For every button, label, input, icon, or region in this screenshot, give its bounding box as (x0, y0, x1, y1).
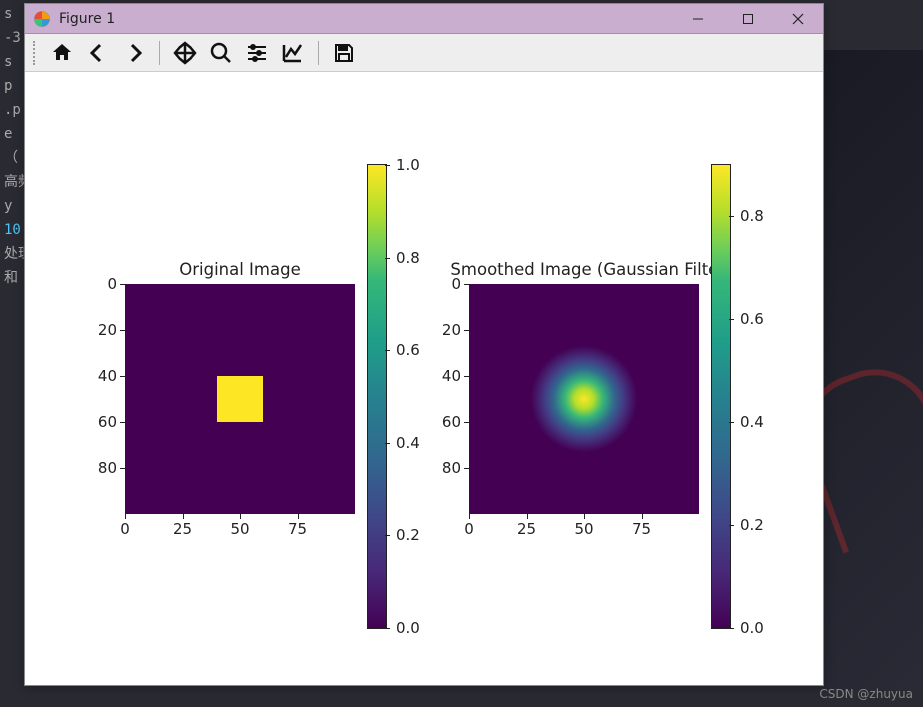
ytick: 60 (98, 413, 125, 431)
ytick: 40 (442, 367, 469, 385)
watermark: CSDN @zhuyua (819, 687, 913, 701)
figure-window: Figure 1 (24, 3, 824, 686)
plot-title-right: Smoothed Image (Gaussian Filter) (431, 260, 751, 279)
forward-button[interactable] (119, 38, 149, 68)
ytick: 0 (451, 275, 469, 293)
xtick: 75 (288, 514, 307, 538)
ytick: 0 (107, 275, 125, 293)
cbtick: 0.8 (386, 249, 420, 267)
heatmap-gaussian (517, 332, 651, 466)
cbtick: 1.0 (386, 156, 420, 174)
ytick: 80 (442, 459, 469, 477)
cbtick: 0.4 (386, 434, 420, 452)
xtick: 0 (120, 514, 130, 538)
save-button[interactable] (329, 38, 359, 68)
back-button[interactable] (83, 38, 113, 68)
toolbar-grip (33, 41, 37, 65)
xtick: 25 (173, 514, 192, 538)
close-button[interactable] (781, 7, 815, 31)
ytick: 20 (98, 321, 125, 339)
ytick: 40 (98, 367, 125, 385)
cbtick: 0.0 (386, 619, 420, 637)
cbtick: 0.6 (386, 341, 420, 359)
cbtick: 0.8 (730, 207, 764, 225)
window-title: Figure 1 (59, 11, 681, 27)
toolbar-separator (318, 41, 319, 65)
app-icon (33, 10, 51, 28)
cbtick: 0.2 (730, 516, 764, 534)
titlebar[interactable]: Figure 1 (25, 4, 823, 34)
cbtick: 0.2 (386, 526, 420, 544)
subplots-button[interactable] (242, 38, 272, 68)
colorbar-left: 0.0 0.2 0.4 0.6 0.8 1.0 (367, 164, 387, 629)
ytick: 80 (98, 459, 125, 477)
zoom-button[interactable] (206, 38, 236, 68)
xtick: 50 (230, 514, 249, 538)
heatmap-square (217, 376, 263, 422)
colorbar-right: 0.0 0.2 0.4 0.6 0.8 (711, 164, 731, 629)
maximize-button[interactable] (731, 7, 765, 31)
cbtick: 0.6 (730, 310, 764, 328)
ytick: 20 (442, 321, 469, 339)
cbtick: 0.4 (730, 413, 764, 431)
cbtick: 0.0 (730, 619, 764, 637)
axes-original: Original Image 0 20 40 60 80 0 25 50 75 (125, 284, 355, 514)
plot-title-left: Original Image (125, 260, 355, 279)
axes-smoothed: Smoothed Image (Gaussian Filter) 0 20 40… (469, 284, 699, 514)
figure-canvas[interactable]: Original Image 0 20 40 60 80 0 25 50 75 … (25, 74, 823, 684)
background-art (824, 50, 923, 690)
axis-edit-button[interactable] (278, 38, 308, 68)
xtick: 75 (632, 514, 651, 538)
xtick: 25 (517, 514, 536, 538)
toolbar-separator (159, 41, 160, 65)
xtick: 0 (464, 514, 474, 538)
pan-button[interactable] (170, 38, 200, 68)
xtick: 50 (574, 514, 593, 538)
matplotlib-toolbar (25, 34, 823, 72)
ytick: 60 (442, 413, 469, 431)
minimize-button[interactable] (681, 7, 715, 31)
home-button[interactable] (47, 38, 77, 68)
